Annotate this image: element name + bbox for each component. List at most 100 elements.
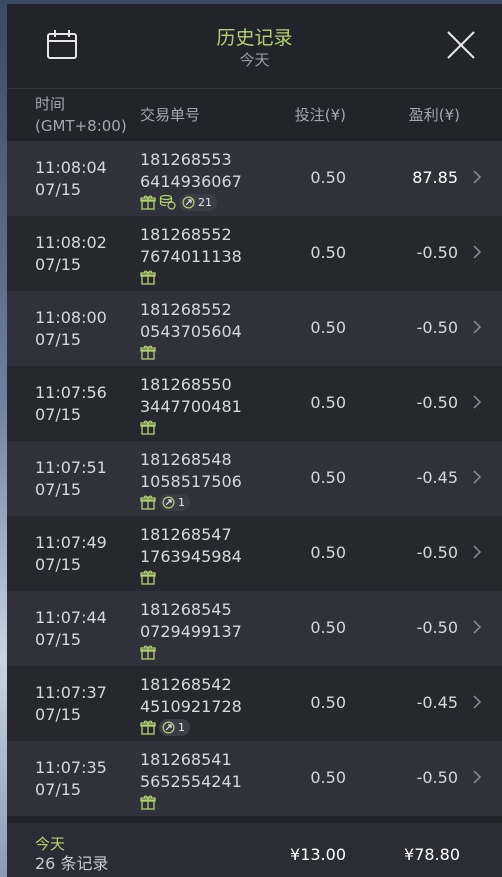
row-feature-icons [140, 268, 156, 286]
row-feature-icons [140, 418, 156, 436]
row-bet: 0.50 [310, 168, 346, 187]
row-order-number: 181268542 4510921728 [140, 675, 242, 716]
row-feature-icons [140, 568, 156, 586]
row-feature-icons [140, 643, 156, 661]
gift-icon [140, 494, 156, 510]
history-row[interactable]: 11:07:49 07/15 181268547 1763945984 0.50 -0.5… [7, 516, 502, 591]
history-row[interactable]: 11:07:56 07/15 181268550 3447700481 0.50 -0.5… [7, 366, 502, 441]
history-panel: 历史记录 今天 时间 (GMT+8:00) 交易单号 投注(¥) 盈利(¥) 1… [7, 4, 502, 877]
row-date: 07/15 [35, 630, 82, 649]
history-row[interactable]: 11:07:35 07/15 181268541 5652554241 0.50 -0.5… [7, 741, 502, 816]
header: 历史记录 今天 [7, 4, 502, 88]
total-bet: ¥13.00 [290, 845, 346, 864]
row-time: 11:08:02 [35, 233, 107, 252]
row-profit: -0.50 [416, 243, 458, 262]
row-datetime: 11:08:00 07/15 [35, 307, 107, 351]
row-datetime: 11:07:49 07/15 [35, 532, 107, 576]
free-spin-count: 1 [178, 495, 185, 509]
row-order-number: 181268541 5652554241 [140, 750, 242, 791]
row-date: 07/15 [35, 255, 82, 274]
row-time: 11:07:56 [35, 383, 107, 402]
row-bet: 0.50 [310, 618, 346, 637]
free-spin-badge: 1 [159, 493, 190, 511]
record-count: 26 条记录 [35, 854, 109, 873]
row-time: 11:07:37 [35, 683, 107, 702]
row-bet: 0.50 [310, 243, 346, 262]
page-title: 历史记录 [216, 27, 293, 49]
row-feature-icons: 21 [140, 193, 217, 211]
free-spin-badge: 21 [179, 193, 217, 211]
row-bet: 0.50 [310, 543, 346, 562]
row-bet: 0.50 [310, 768, 346, 787]
column-order: 交易单号 [140, 106, 201, 124]
row-order-number: 181268548 1058517506 [140, 450, 242, 491]
coins-icon [159, 194, 176, 210]
close-button[interactable] [446, 30, 476, 60]
row-profit: -0.45 [416, 468, 458, 487]
history-list: 11:08:04 07/15 181268553 6414936067 21 0.50 87… [7, 141, 502, 816]
history-row[interactable]: 11:07:51 07/15 181268548 1058517506 1 0.50 -0.… [7, 441, 502, 516]
summary-period: 今天 [35, 835, 66, 853]
history-row[interactable]: 11:08:00 07/15 181268552 0543705604 0.50 -0.5… [7, 291, 502, 366]
row-order-number: 181268553 6414936067 [140, 150, 242, 191]
row-order-number: 181268550 3447700481 [140, 375, 242, 416]
history-row[interactable]: 11:08:02 07/15 181268552 7674011138 0.50 -0.5… [7, 216, 502, 291]
row-order-number: 181268552 7674011138 [140, 225, 242, 266]
row-bet: 0.50 [310, 468, 346, 487]
row-date: 07/15 [35, 180, 82, 199]
column-header: 时间 (GMT+8:00) 交易单号 投注(¥) 盈利(¥) [7, 88, 502, 141]
close-icon [447, 31, 475, 59]
row-date: 07/15 [35, 480, 82, 499]
history-row[interactable]: 11:08:04 07/15 181268553 6414936067 21 0.50 87… [7, 141, 502, 216]
row-feature-icons: 1 [140, 493, 190, 511]
free-spin-icon [182, 196, 195, 209]
row-date: 07/15 [35, 705, 82, 724]
row-bet: 0.50 [310, 693, 346, 712]
history-row[interactable]: 11:07:44 07/15 181268545 0729499137 0.50 -0.5… [7, 591, 502, 666]
row-datetime: 11:07:44 07/15 [35, 607, 107, 651]
row-date: 07/15 [35, 330, 82, 349]
column-win: 盈利(¥) [408, 106, 460, 124]
free-spin-count: 1 [178, 720, 185, 734]
gift-icon [140, 194, 156, 210]
row-order-number: 181268545 0729499137 [140, 600, 242, 641]
row-time: 11:07:44 [35, 608, 107, 627]
row-datetime: 11:07:56 07/15 [35, 382, 107, 426]
free-spin-count: 21 [198, 195, 212, 209]
free-spin-icon [162, 496, 175, 509]
row-time: 11:08:04 [35, 158, 107, 177]
summary-footer: 今天 26 条记录 ¥13.00 ¥78.80 [7, 823, 502, 877]
row-time: 11:07:35 [35, 758, 107, 777]
row-profit: 87.85 [412, 168, 458, 187]
column-time: 时间 (GMT+8:00) [35, 95, 127, 135]
total-win: ¥78.80 [404, 845, 460, 864]
row-datetime: 11:08:02 07/15 [35, 232, 107, 276]
row-datetime: 11:07:37 07/15 [35, 682, 107, 726]
row-datetime: 11:07:51 07/15 [35, 457, 107, 501]
row-feature-icons [140, 343, 156, 361]
row-feature-icons [140, 793, 156, 811]
row-bet: 0.50 [310, 318, 346, 337]
row-profit: -0.50 [416, 393, 458, 412]
gift-icon [140, 269, 156, 285]
history-row[interactable]: 11:07:37 07/15 181268542 4510921728 1 0.50 -0.… [7, 666, 502, 741]
row-time: 11:07:49 [35, 533, 107, 552]
row-datetime: 11:08:04 07/15 [35, 157, 107, 201]
row-datetime: 11:07:35 07/15 [35, 757, 107, 801]
row-profit: -0.50 [416, 618, 458, 637]
gift-icon [140, 569, 156, 585]
gift-icon [140, 644, 156, 660]
page-subtitle: 今天 [239, 51, 270, 69]
row-time: 11:08:00 [35, 308, 107, 327]
free-spin-badge: 1 [159, 718, 190, 736]
gift-icon [140, 344, 156, 360]
row-profit: -0.50 [416, 768, 458, 787]
free-spin-icon [162, 721, 175, 734]
row-date: 07/15 [35, 555, 82, 574]
gift-icon [140, 419, 156, 435]
row-order-number: 181268547 1763945984 [140, 525, 242, 566]
row-profit: -0.50 [416, 543, 458, 562]
row-profit: -0.45 [416, 693, 458, 712]
row-bet: 0.50 [310, 393, 346, 412]
gift-icon [140, 794, 156, 810]
